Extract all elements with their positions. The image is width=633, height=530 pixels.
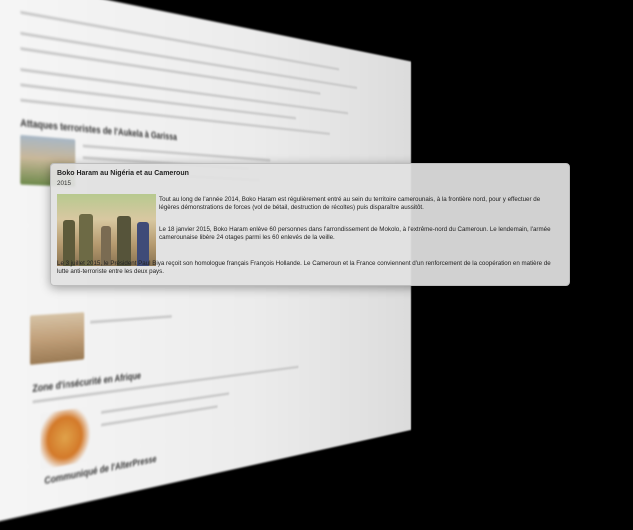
popup-paragraph: Le 18 janvier 2015, Boko Haram enlève 60… <box>159 226 559 243</box>
popup-year: 2015 <box>57 180 71 188</box>
soldier-figure <box>79 214 93 266</box>
soldier-figure <box>117 216 131 266</box>
africa-map-thumbnail[interactable] <box>40 406 93 470</box>
popup-paragraph: Le 3 juillet 2015, le Président Paul Biy… <box>57 260 563 277</box>
popup-card: Boko Haram au Nigéria et au Cameroun 201… <box>50 163 570 286</box>
text-line <box>101 392 229 414</box>
popup-paragraph: Tout au long de l'année 2014, Boko Haram… <box>159 196 559 213</box>
popup-title: Boko Haram au Nigéria et au Cameroun <box>57 170 189 178</box>
soldiers-photo <box>57 194 156 266</box>
text-line <box>90 315 172 323</box>
news-thumbnail[interactable] <box>30 312 84 365</box>
